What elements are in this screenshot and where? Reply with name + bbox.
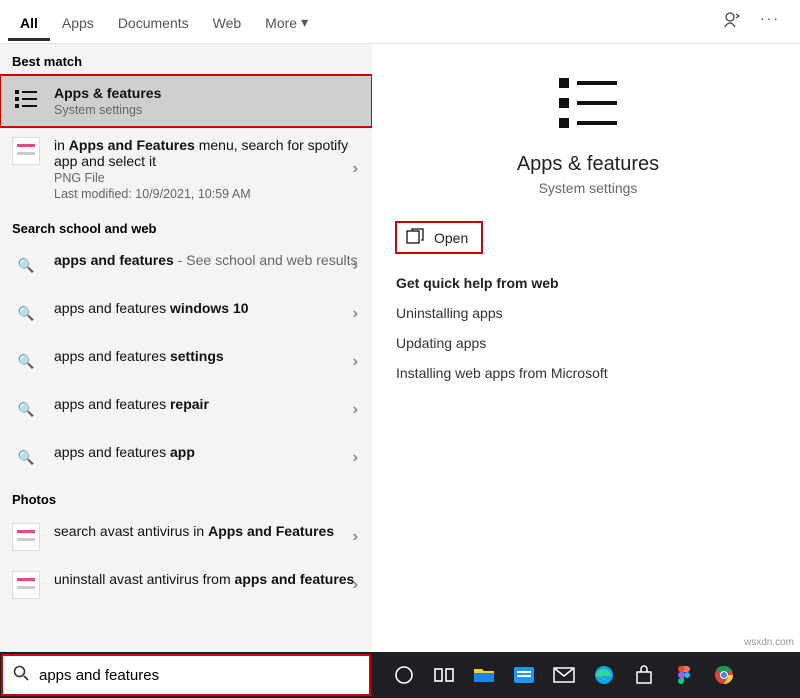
figma-icon[interactable] — [672, 663, 696, 687]
result-subtitle: System settings — [54, 103, 360, 117]
image-thumbnail-icon — [12, 571, 40, 599]
chevron-right-icon: › — [353, 257, 358, 275]
quick-help-link-update[interactable]: Updating apps — [396, 335, 780, 351]
section-school-web: Search school and web — [0, 211, 372, 242]
file-explorer-icon[interactable] — [472, 663, 496, 687]
chevron-right-icon: › — [353, 305, 358, 323]
settings-list-icon — [12, 85, 40, 113]
settings-list-icon — [553, 72, 623, 137]
search-icon — [13, 665, 29, 685]
web-result-4[interactable]: 🔍 apps and features repair › — [0, 386, 372, 434]
web-result-3[interactable]: 🔍 apps and features settings › — [0, 338, 372, 386]
result-png-file[interactable]: in Apps and Features menu, search for sp… — [0, 127, 372, 211]
detail-title: Apps & features — [396, 153, 780, 176]
web-result-5[interactable]: 🔍 apps and features app › — [0, 434, 372, 482]
search-input[interactable] — [37, 656, 359, 694]
search-icon: 🔍 — [12, 252, 40, 280]
chevron-right-icon: › — [353, 353, 358, 371]
result-filetype: PNG File — [54, 171, 360, 185]
chevron-right-icon: › — [353, 576, 358, 594]
result-modified: Last modified: 10/9/2021, 10:59 AM — [54, 187, 360, 201]
search-icon: 🔍 — [12, 348, 40, 376]
quick-help-link-uninstall[interactable]: Uninstalling apps — [396, 305, 780, 321]
tab-apps[interactable]: Apps — [50, 3, 106, 41]
task-view-icon[interactable] — [432, 663, 456, 687]
tab-web[interactable]: Web — [201, 3, 254, 41]
photo-result-2[interactable]: uninstall avast antivirus from apps and … — [0, 561, 372, 609]
detail-subtitle: System settings — [396, 180, 780, 196]
feedback-icon[interactable] — [722, 10, 742, 33]
tab-more[interactable]: More ▾ — [253, 2, 320, 41]
chevron-down-icon: ▾ — [301, 14, 308, 31]
more-options-icon[interactable]: ··· — [760, 10, 780, 33]
section-photos: Photos — [0, 482, 372, 513]
watermark: wsxdn.com — [744, 637, 794, 648]
chevron-right-icon: › — [353, 449, 358, 467]
app-icon[interactable] — [512, 663, 536, 687]
web-result-1[interactable]: 🔍 apps and features - See school and web… — [0, 242, 372, 290]
result-title: Apps & features — [54, 85, 360, 101]
tab-all[interactable]: All — [8, 3, 50, 41]
quick-help-link-webapps[interactable]: Installing web apps from Microsoft — [396, 365, 780, 381]
search-scope-tabs: All Apps Documents Web More ▾ ··· — [0, 0, 800, 44]
results-panel: Best match Apps & features System settin… — [0, 44, 372, 652]
section-best-match: Best match — [0, 44, 372, 75]
result-apps-and-features[interactable]: Apps & features System settings — [0, 75, 372, 127]
tab-documents[interactable]: Documents — [106, 3, 201, 41]
detail-panel: Apps & features System settings Open Get… — [372, 44, 800, 652]
open-icon — [406, 228, 424, 247]
search-icon: 🔍 — [12, 396, 40, 424]
cortana-icon[interactable] — [392, 663, 416, 687]
chevron-right-icon: › — [353, 528, 358, 546]
web-result-2[interactable]: 🔍 apps and features windows 10 › — [0, 290, 372, 338]
search-icon: 🔍 — [12, 444, 40, 472]
taskbar-search[interactable] — [2, 655, 370, 695]
image-thumbnail-icon — [12, 137, 40, 165]
quick-help-heading: Get quick help from web — [396, 275, 780, 291]
chrome-icon[interactable] — [712, 663, 736, 687]
image-thumbnail-icon — [12, 523, 40, 551]
store-icon[interactable] — [632, 663, 656, 687]
result-title: in Apps and Features menu, search for sp… — [54, 137, 360, 169]
mail-icon[interactable] — [552, 663, 576, 687]
edge-icon[interactable] — [592, 663, 616, 687]
chevron-right-icon: › — [353, 160, 358, 178]
taskbar — [0, 652, 800, 698]
search-icon: 🔍 — [12, 300, 40, 328]
open-label: Open — [434, 230, 468, 246]
chevron-right-icon: › — [353, 401, 358, 419]
open-button[interactable]: Open — [396, 222, 482, 253]
photo-result-1[interactable]: search avast antivirus in Apps and Featu… — [0, 513, 372, 561]
